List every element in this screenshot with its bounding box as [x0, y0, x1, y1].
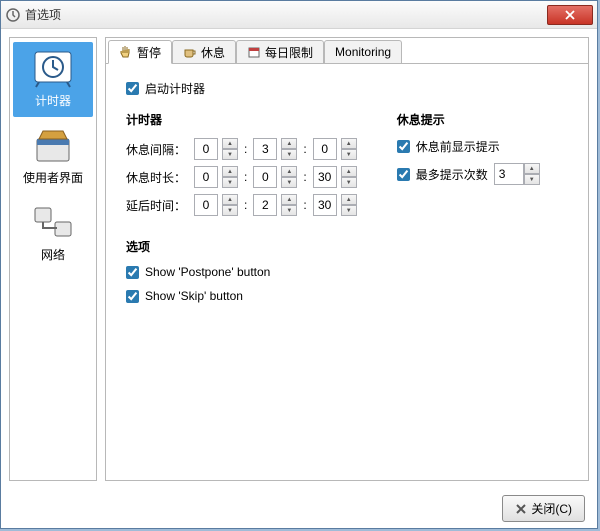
clock-icon: [29, 48, 77, 88]
spin-down-button[interactable]: ▼: [281, 177, 297, 188]
interval-label: 休息间隔：: [126, 141, 190, 158]
show-skip-label: Show 'Skip' button: [145, 289, 243, 303]
separator: :: [242, 142, 249, 156]
spin-up-button[interactable]: ▲: [524, 163, 540, 174]
separator: :: [301, 170, 308, 184]
network-icon: [29, 202, 77, 242]
enable-timer-label: 启动计时器: [145, 80, 205, 97]
spin-down-button[interactable]: ▼: [222, 205, 238, 216]
max-hint-label: 最多提示次数: [416, 166, 488, 183]
interval-h-input[interactable]: [194, 138, 218, 160]
separator: :: [301, 142, 308, 156]
tab-daily-limit[interactable]: 每日限制: [236, 40, 324, 63]
spin-up-button[interactable]: ▲: [222, 166, 238, 177]
enable-timer-checkbox[interactable]: [126, 82, 139, 95]
spin-down-button[interactable]: ▼: [222, 177, 238, 188]
interval-s-input[interactable]: [313, 138, 337, 160]
max-hint-checkbox[interactable]: [397, 168, 410, 181]
spin-down-button[interactable]: ▼: [341, 205, 357, 216]
spin-up-button[interactable]: ▲: [281, 166, 297, 177]
spin-down-button[interactable]: ▼: [524, 174, 540, 185]
sidebar-item-timer[interactable]: 计时器: [13, 42, 93, 117]
window-title: 首选项: [25, 6, 547, 23]
postpone-label: 延后时间：: [126, 197, 190, 214]
titlebar: 首选项: [1, 1, 597, 29]
duration-row: 休息时长： ▲▼ : ▲▼ : ▲▼: [126, 166, 357, 188]
hint-before-label: 休息前显示提示: [416, 138, 500, 155]
spin-up-button[interactable]: ▲: [341, 166, 357, 177]
main-panel: 暂停 休息 每日限制 Monitoring 启动计时器: [105, 37, 589, 481]
ui-icon: [29, 125, 77, 165]
calendar-icon: [247, 45, 261, 59]
tab-label: 每日限制: [265, 44, 313, 61]
close-button-label: 关闭(C): [531, 500, 572, 517]
duration-h-input[interactable]: [194, 166, 218, 188]
spin-up-button[interactable]: ▲: [222, 138, 238, 149]
postpone-h-input[interactable]: [194, 194, 218, 216]
postpone-row: 延后时间： ▲▼ : ▲▼ : ▲▼: [126, 194, 357, 216]
max-hint-input[interactable]: [494, 163, 524, 185]
spin-up-button[interactable]: ▲: [341, 138, 357, 149]
sidebar-item-label: 网络: [41, 246, 65, 263]
spin-down-button[interactable]: ▼: [222, 149, 238, 160]
interval-row: 休息间隔： ▲▼ : ▲▼ : ▲▼: [126, 138, 357, 160]
separator: :: [242, 170, 249, 184]
cup-icon: [183, 45, 197, 59]
duration-m-input[interactable]: [253, 166, 277, 188]
pane-pause: 启动计时器 计时器 休息间隔： ▲▼ : ▲▼ : ▲▼: [106, 64, 588, 480]
hint-column: 休息提示 休息前显示提示 最多提示次数 ▲▼: [397, 107, 540, 222]
spin-down-button[interactable]: ▼: [341, 177, 357, 188]
hint-before-checkbox[interactable]: [397, 140, 410, 153]
close-window-button[interactable]: [547, 5, 593, 25]
tab-rest[interactable]: 休息: [172, 40, 236, 63]
options-section-title: 选项: [126, 238, 568, 255]
close-icon: [515, 503, 527, 515]
interval-m-input[interactable]: [253, 138, 277, 160]
spin-up-button[interactable]: ▲: [281, 194, 297, 205]
close-button[interactable]: 关闭(C): [502, 495, 585, 522]
postpone-s-input[interactable]: [313, 194, 337, 216]
postpone-m-input[interactable]: [253, 194, 277, 216]
show-postpone-label: Show 'Postpone' button: [145, 265, 270, 279]
separator: :: [242, 198, 249, 212]
max-hint-row: 最多提示次数 ▲▼: [397, 163, 540, 185]
show-postpone-row: Show 'Postpone' button: [126, 265, 568, 279]
show-skip-row: Show 'Skip' button: [126, 289, 568, 303]
sidebar-item-network[interactable]: 网络: [13, 196, 93, 271]
timer-column: 计时器 休息间隔： ▲▼ : ▲▼ : ▲▼ 休息时长： ▲▼ :: [126, 107, 357, 222]
content-area: 计时器 使用者界面 网络 暂停: [1, 29, 597, 489]
sidebar-item-ui[interactable]: 使用者界面: [13, 119, 93, 194]
preferences-window: 首选项 计时器 使用者界面 网络: [0, 0, 598, 529]
tab-label: 休息: [201, 44, 225, 61]
hint-section-title: 休息提示: [397, 111, 540, 128]
tab-monitoring[interactable]: Monitoring: [324, 40, 402, 63]
tabs: 暂停 休息 每日限制 Monitoring: [106, 38, 588, 64]
duration-label: 休息时长：: [126, 169, 190, 186]
hand-icon: [119, 45, 133, 59]
separator: :: [301, 198, 308, 212]
footer: 关闭(C): [1, 489, 597, 530]
enable-timer-row: 启动计时器: [126, 80, 568, 97]
show-postpone-checkbox[interactable]: [126, 266, 139, 279]
duration-s-input[interactable]: [313, 166, 337, 188]
spin-up-button[interactable]: ▲: [281, 138, 297, 149]
spin-down-button[interactable]: ▼: [281, 149, 297, 160]
spin-down-button[interactable]: ▼: [281, 205, 297, 216]
show-skip-checkbox[interactable]: [126, 290, 139, 303]
spin-down-button[interactable]: ▼: [341, 149, 357, 160]
hint-before-row: 休息前显示提示: [397, 138, 540, 155]
spin-up-button[interactable]: ▲: [222, 194, 238, 205]
tab-label: Monitoring: [335, 45, 391, 59]
tab-label: 暂停: [137, 44, 161, 61]
sidebar-item-label: 计时器: [35, 92, 71, 109]
app-icon: [5, 7, 21, 23]
sidebar: 计时器 使用者界面 网络: [9, 37, 97, 481]
spin-up-button[interactable]: ▲: [341, 194, 357, 205]
sidebar-item-label: 使用者界面: [23, 169, 83, 186]
tab-pause[interactable]: 暂停: [108, 40, 172, 64]
timer-section-title: 计时器: [126, 111, 357, 128]
